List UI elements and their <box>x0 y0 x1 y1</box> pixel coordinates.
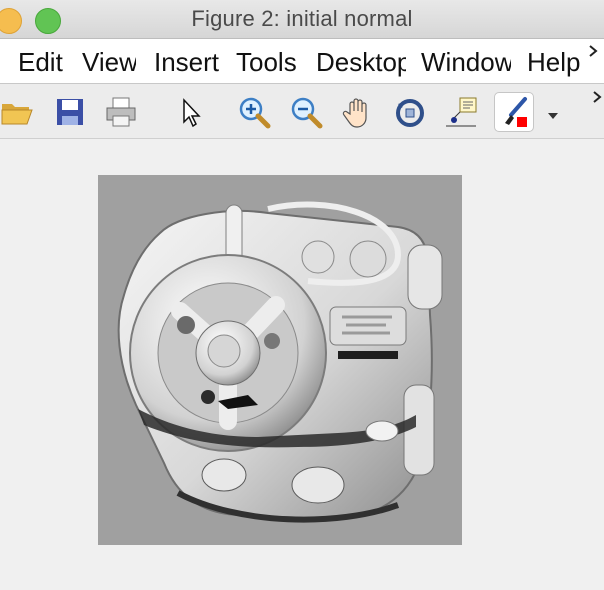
menu-overflow-icon[interactable] <box>588 44 600 63</box>
zoom-in-button[interactable] <box>234 92 274 132</box>
menu-bar: Edit View Insert Tools Desktop Window He… <box>0 39 604 84</box>
print-button[interactable] <box>101 92 141 132</box>
brush-button[interactable] <box>494 92 534 132</box>
zoom-out-icon <box>286 92 326 132</box>
select-pointer-button[interactable] <box>172 92 212 132</box>
menu-desktop[interactable]: Desktop <box>316 47 406 81</box>
open-file-button[interactable] <box>0 92 36 132</box>
rotate-3d-button[interactable] <box>390 92 430 132</box>
data-tip-icon <box>442 92 482 132</box>
zoom-in-icon <box>234 92 274 132</box>
printer-icon <box>101 92 141 132</box>
save-button[interactable] <box>50 92 90 132</box>
brush-icon <box>495 93 533 133</box>
arrow-pointer-icon <box>172 92 212 132</box>
menu-edit[interactable]: Edit <box>18 47 64 81</box>
figure-toolbar <box>0 84 604 139</box>
menu-help[interactable]: Help <box>527 47 583 81</box>
rotate-3d-icon <box>390 92 430 132</box>
brush-options-dropdown[interactable] <box>546 108 560 119</box>
window-titlebar: Figure 2: initial normal <box>0 0 604 39</box>
menu-tools[interactable]: Tools <box>236 47 300 81</box>
toolbar-overflow-icon[interactable] <box>592 90 604 104</box>
toy-car-normal-map-image <box>98 175 462 545</box>
floppy-disk-icon <box>50 92 90 132</box>
menu-view[interactable]: View <box>82 47 136 81</box>
data-cursor-button[interactable] <box>442 92 482 132</box>
hand-icon <box>338 92 378 132</box>
zoom-out-button[interactable] <box>286 92 326 132</box>
menu-insert[interactable]: Insert <box>154 47 220 81</box>
pan-button[interactable] <box>338 92 378 132</box>
folder-open-icon <box>0 92 36 132</box>
window-title: Figure 2: initial normal <box>191 6 413 31</box>
figure-axes-image[interactable] <box>98 175 462 545</box>
menu-window[interactable]: Window <box>421 47 511 81</box>
